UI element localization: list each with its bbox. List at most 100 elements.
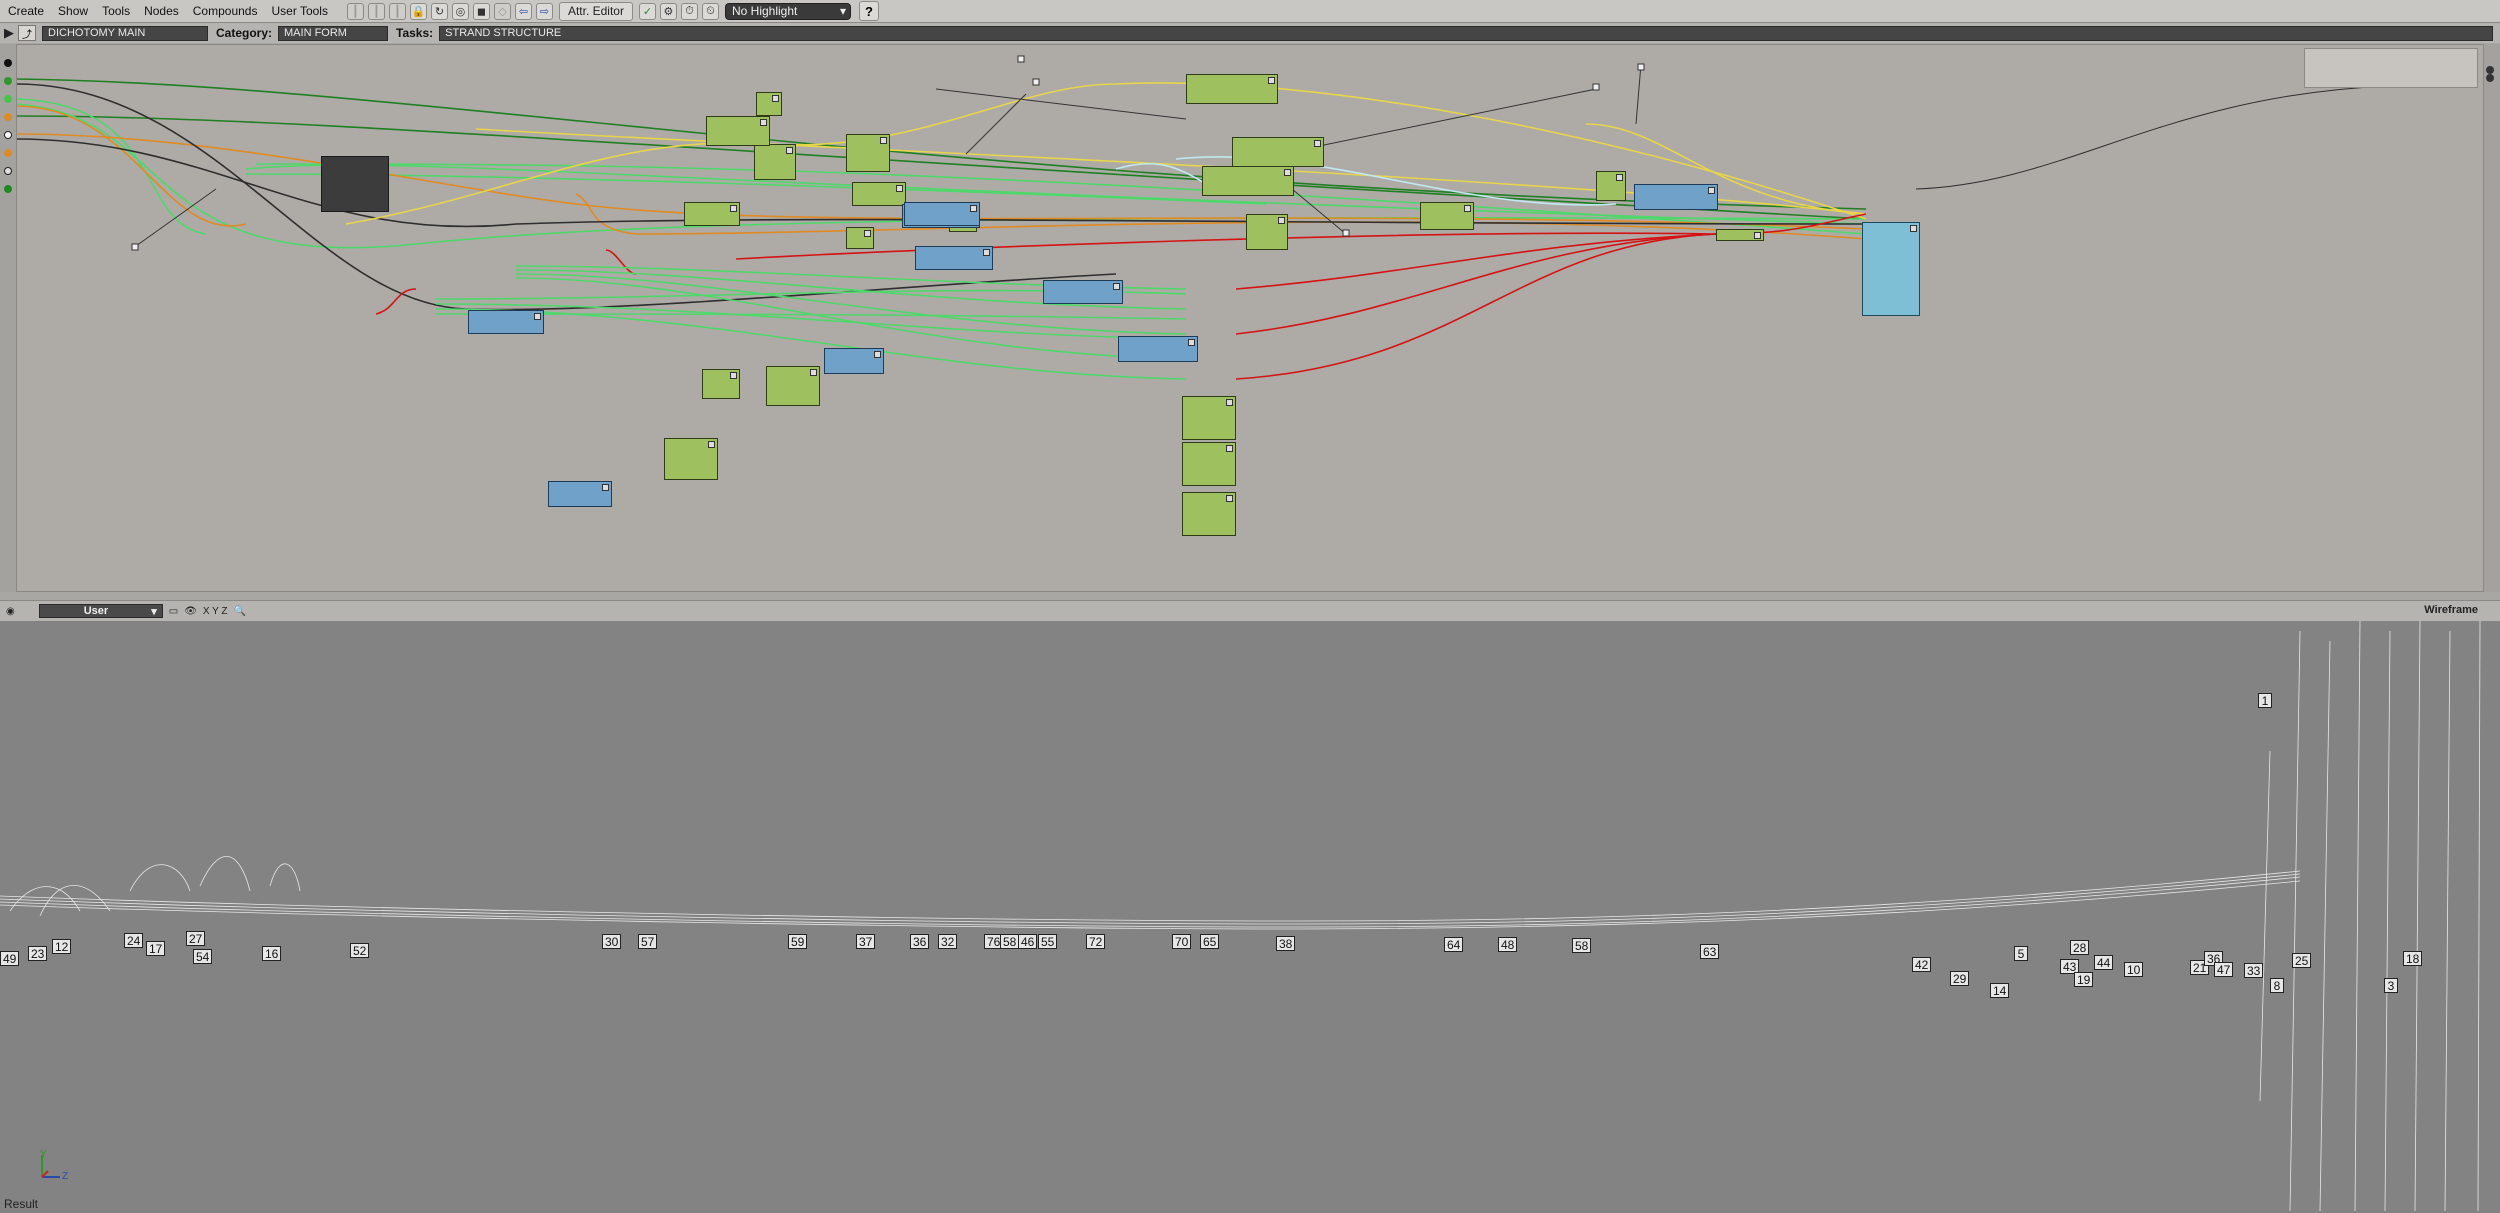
graph-node[interactable] [904, 202, 980, 226]
input-port[interactable] [4, 149, 12, 157]
view-dropdown[interactable]: User ▾ [38, 604, 163, 618]
axis-toggles[interactable]: X Y Z [203, 606, 228, 617]
gear-icon[interactable]: ⚙ [659, 2, 677, 20]
graph-node[interactable] [754, 144, 796, 180]
graph-mini-map[interactable] [2304, 48, 2478, 88]
result-label: Result [4, 1197, 39, 1211]
display-mode-label[interactable]: Wireframe [2424, 604, 2478, 616]
graph-node[interactable] [1596, 171, 1626, 201]
point-marker: 72 [1086, 934, 1106, 949]
input-port[interactable] [4, 113, 12, 121]
graph-node[interactable] [852, 182, 906, 206]
menu-user-tools[interactable]: User Tools [264, 4, 334, 18]
graph-node[interactable] [684, 202, 740, 226]
check-icon[interactable]: ✓ [638, 2, 656, 20]
diamond-icon[interactable]: ◇ [493, 2, 511, 20]
connector-dot[interactable] [1017, 55, 1025, 63]
highlight-dropdown[interactable]: No Highlight ▾ [724, 2, 851, 20]
category-field[interactable]: MAIN FORM [278, 25, 389, 41]
point-marker: 55 [1038, 934, 1058, 949]
graph-node[interactable] [1232, 137, 1324, 167]
save-icon[interactable]: ◼ [472, 2, 490, 20]
graph-node[interactable] [846, 227, 874, 249]
graph-node[interactable] [915, 246, 993, 270]
graph-node[interactable] [824, 348, 884, 374]
3d-viewport[interactable]: 1 49 23 12 24 17 27 54 16 52 30 57 59 37… [0, 621, 2500, 1213]
menu-tools[interactable]: Tools [95, 4, 137, 18]
point-marker: 48 [1498, 937, 1518, 952]
graph-node[interactable] [706, 116, 770, 146]
connector-dot[interactable] [1342, 229, 1350, 237]
connector-dot[interactable] [1592, 83, 1600, 91]
point-marker: 24 [124, 933, 144, 948]
connection-wires [16, 55, 2393, 380]
input-port[interactable] [4, 131, 12, 139]
back-arrow-icon[interactable]: ⇦ [514, 2, 532, 20]
graph-node[interactable] [1118, 336, 1198, 362]
help-button[interactable]: ? [858, 1, 879, 21]
set-data-node[interactable] [1862, 222, 1920, 316]
node-graph-canvas[interactable] [16, 44, 2484, 592]
menu-show[interactable]: Show [51, 4, 95, 18]
graph-node[interactable] [1202, 166, 1294, 196]
eye-icon[interactable]: 👁 [184, 606, 197, 617]
point-marker: 70 [1172, 934, 1192, 949]
timer-settings-icon[interactable]: ⏲ [701, 2, 719, 20]
graph-node[interactable] [702, 369, 740, 399]
output-port[interactable] [2486, 66, 2494, 74]
graph-node[interactable] [664, 438, 718, 480]
compound-node[interactable] [321, 156, 389, 212]
up-level-icon[interactable]: ⤴ [18, 25, 36, 41]
compound-path-field[interactable]: DICHOTOMY MAIN [42, 25, 208, 41]
lock-icon[interactable]: 🔒 [409, 2, 427, 20]
tasks-field[interactable]: STRAND STRUCTURE [439, 25, 2494, 41]
connector-dot[interactable] [1032, 78, 1040, 86]
graph-node[interactable] [1420, 202, 1474, 230]
point-marker: 58 [1572, 938, 1592, 953]
graph-node[interactable] [1182, 396, 1236, 440]
graph-node[interactable] [1634, 184, 1718, 210]
graph-node[interactable] [1246, 214, 1288, 250]
input-port[interactable] [4, 77, 12, 85]
input-port[interactable] [4, 95, 12, 103]
point-marker: 5 [2014, 946, 2028, 961]
forward-arrow-icon[interactable]: ⇨ [535, 2, 553, 20]
graph-node[interactable] [1186, 74, 1278, 104]
output-port-column [2484, 44, 2500, 592]
point-marker: 27 [186, 931, 206, 946]
timer-icon[interactable]: ⏱ [680, 2, 698, 20]
point-marker: 49 [0, 951, 20, 966]
graph-node[interactable] [846, 134, 890, 172]
point-marker: 42 [1912, 957, 1932, 972]
display-icon[interactable]: ▭ [169, 606, 178, 617]
graph-node[interactable] [766, 366, 820, 406]
menu-create[interactable]: Create [0, 4, 51, 18]
graph-node[interactable] [1182, 442, 1236, 486]
input-port[interactable] [4, 167, 12, 175]
attr-editor-button[interactable]: Attr. Editor [558, 1, 633, 21]
point-marker: 1 [2258, 693, 2272, 708]
point-marker: 29 [1950, 971, 1970, 986]
input-port[interactable] [4, 59, 12, 67]
menu-compounds[interactable]: Compounds [186, 4, 265, 18]
graph-node[interactable] [548, 481, 612, 507]
graph-node[interactable] [1043, 280, 1123, 304]
graph-node[interactable] [468, 310, 544, 334]
graph-node[interactable] [756, 92, 782, 116]
graph-node[interactable] [1716, 229, 1764, 241]
point-marker: 65 [1200, 934, 1220, 949]
menu-nodes[interactable]: Nodes [137, 4, 186, 18]
cycle-icon[interactable]: ◎ [451, 2, 469, 20]
output-port[interactable] [2486, 74, 2494, 82]
highlight-value: No Highlight [731, 4, 798, 18]
camera-icon[interactable]: ◉ [6, 606, 15, 617]
connector-dot[interactable] [131, 243, 139, 251]
expand-arrow-icon[interactable]: ▶ [0, 25, 18, 41]
point-marker: 17 [146, 941, 166, 956]
connector-dot[interactable] [1637, 63, 1645, 71]
graph-node[interactable] [1182, 492, 1236, 536]
point-marker: 64 [1444, 937, 1464, 952]
search-icon[interactable]: 🔍 [234, 606, 246, 617]
refresh-icon[interactable]: ↻ [430, 2, 448, 20]
input-port[interactable] [4, 185, 12, 193]
